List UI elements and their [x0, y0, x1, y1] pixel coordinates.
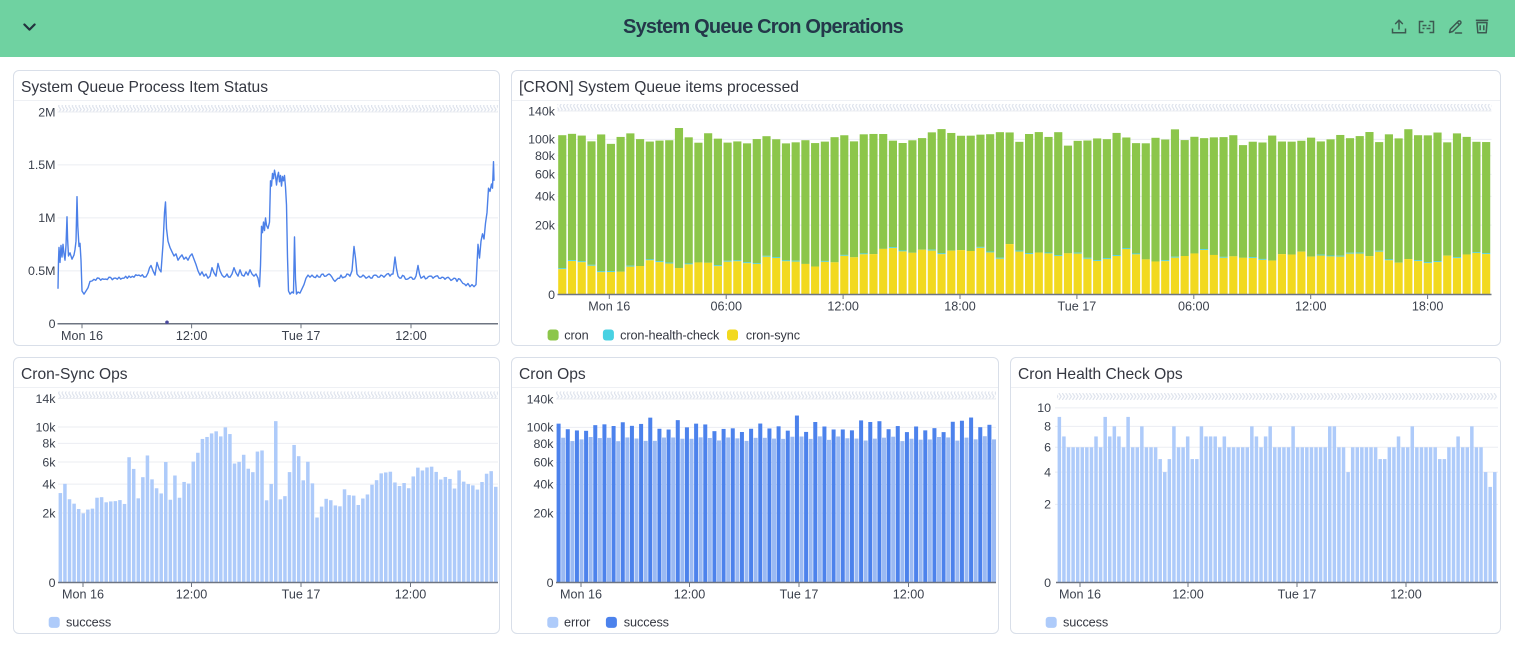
svg-text:60k: 60k [535, 168, 556, 182]
svg-text:error: error [564, 616, 591, 630]
svg-text:12:00: 12:00 [395, 588, 427, 602]
svg-text:100k: 100k [528, 133, 556, 147]
svg-text:0: 0 [547, 576, 554, 590]
svg-text:80k: 80k [534, 437, 555, 451]
svg-text:success: success [1063, 616, 1108, 630]
svg-text:14k: 14k [36, 392, 57, 406]
svg-text:60k: 60k [534, 456, 555, 470]
svg-text:Tue 17: Tue 17 [282, 588, 321, 602]
svg-text:18:00: 18:00 [944, 300, 976, 314]
svg-text:Tue 17: Tue 17 [1278, 588, 1317, 602]
svg-text:cron-sync: cron-sync [746, 328, 801, 342]
svg-text:12:00: 12:00 [1295, 300, 1327, 314]
svg-text:12:00: 12:00 [176, 588, 208, 602]
svg-text:6k: 6k [42, 455, 56, 469]
svg-text:0: 0 [49, 317, 56, 331]
svg-text:Tue 17: Tue 17 [780, 588, 819, 602]
svg-text:4k: 4k [42, 477, 56, 491]
svg-text:cron: cron [564, 328, 588, 342]
svg-text:40k: 40k [534, 478, 555, 492]
svg-text:1.5M: 1.5M [28, 158, 56, 172]
svg-text:12:00: 12:00 [1172, 588, 1204, 602]
svg-text:0: 0 [548, 288, 555, 302]
svg-text:18:00: 18:00 [1412, 300, 1444, 314]
svg-text:2k: 2k [42, 506, 56, 520]
svg-text:140k: 140k [528, 104, 556, 118]
svg-text:8k: 8k [42, 437, 56, 451]
svg-text:2M: 2M [38, 105, 55, 119]
svg-text:20k: 20k [535, 218, 556, 232]
svg-text:140k: 140k [527, 392, 555, 406]
svg-text:success: success [66, 616, 111, 630]
svg-text:12:00: 12:00 [395, 329, 427, 343]
svg-text:cron-health-check: cron-health-check [620, 328, 720, 342]
svg-text:8: 8 [1044, 420, 1051, 434]
svg-text:0: 0 [49, 576, 56, 590]
svg-text:Tue 17: Tue 17 [282, 329, 321, 343]
svg-text:12:00: 12:00 [1390, 588, 1422, 602]
svg-text:10k: 10k [36, 420, 57, 434]
svg-text:0: 0 [1044, 576, 1051, 590]
svg-text:06:00: 06:00 [1178, 300, 1210, 314]
svg-text:4: 4 [1044, 465, 1051, 479]
svg-text:12:00: 12:00 [176, 329, 208, 343]
svg-text:80k: 80k [535, 149, 556, 163]
svg-text:Mon 16: Mon 16 [560, 588, 602, 602]
svg-text:12:00: 12:00 [674, 588, 706, 602]
svg-text:20k: 20k [534, 506, 555, 520]
svg-text:Mon 16: Mon 16 [62, 588, 104, 602]
svg-text:06:00: 06:00 [710, 300, 742, 314]
svg-text:12:00: 12:00 [893, 588, 925, 602]
svg-text:6: 6 [1044, 441, 1051, 455]
svg-text:Tue 17: Tue 17 [1058, 300, 1097, 314]
svg-text:10: 10 [1037, 401, 1051, 415]
svg-text:Mon 16: Mon 16 [588, 300, 630, 314]
svg-text:Mon 16: Mon 16 [61, 329, 103, 343]
svg-text:100k: 100k [527, 421, 555, 435]
svg-text:40k: 40k [535, 190, 556, 204]
svg-text:1M: 1M [38, 211, 55, 225]
svg-text:Mon 16: Mon 16 [1059, 588, 1101, 602]
svg-text:12:00: 12:00 [827, 300, 859, 314]
svg-text:0.5M: 0.5M [28, 264, 56, 278]
svg-text:success: success [624, 616, 669, 630]
svg-text:2: 2 [1044, 498, 1051, 512]
